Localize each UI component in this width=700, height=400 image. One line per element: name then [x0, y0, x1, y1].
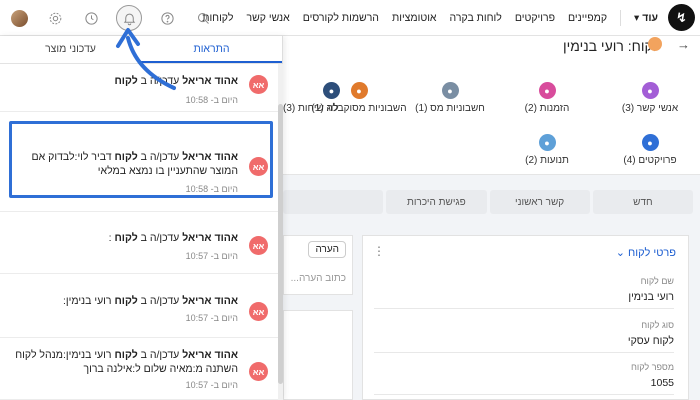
- counter-label: לוג שיחות (3): [283, 103, 339, 114]
- stage-intro-meeting[interactable]: פגישת היכרות: [386, 190, 487, 214]
- avatar: אא: [249, 236, 268, 255]
- notification-time: היום ב- 10:57: [185, 313, 238, 323]
- activity-card: [283, 310, 353, 400]
- projects-icon: ●: [641, 134, 659, 151]
- avatar: אא: [249, 75, 268, 94]
- page-title: לקוח: רועי בנימין: [562, 38, 660, 54]
- note-input[interactable]: כתוב הערה...: [291, 273, 346, 284]
- highlight-box: [9, 121, 273, 198]
- invoice-icon: ●: [441, 82, 459, 99]
- nav-item-campaigns[interactable]: קמפיינים: [568, 12, 607, 24]
- avatar: [10, 9, 28, 27]
- user-avatar[interactable]: [8, 7, 30, 29]
- notification-item[interactable]: אא אהוד אריאל עדכן/ה ב לקוח רועי בנימין:…: [0, 338, 278, 400]
- scrollbar[interactable]: [278, 64, 283, 400]
- counter-label: חשבוניות מס (1): [415, 103, 485, 114]
- notification-text: אהוד אריאל עדכן/ה ב לקוח רועי בנימין:: [62, 295, 238, 307]
- stage-first-contact[interactable]: קשר ראשוני: [489, 190, 590, 214]
- customer-icon: [648, 37, 662, 51]
- notification-time: היום ב- 10:58: [185, 95, 238, 105]
- app-logo[interactable]: ↯: [668, 4, 695, 31]
- field-value[interactable]: 1055: [374, 377, 674, 395]
- notifications-panel: התראות עדכוני מוצר אא אהוד אריאל עדכן/ה …: [0, 36, 283, 400]
- counter-transactions[interactable]: ● תנועות (2): [497, 134, 597, 166]
- nav-item-automations[interactable]: אוטומציות: [392, 12, 437, 24]
- main-nav: לקוחות אנשי קשר הרשמות לקורסים אוטומציות…: [202, 0, 658, 36]
- avatar: אא: [249, 302, 268, 321]
- counter-call-log[interactable]: ● לוג שיחות (3): [283, 82, 340, 114]
- pipeline-stages: חדש קשר ראשוני פגישת היכרות: [283, 190, 693, 218]
- customer-details-header[interactable]: פרטי לקוח ⌄: [616, 246, 676, 259]
- phone-icon: ●: [323, 82, 340, 99]
- field-label: מספר לקוח: [630, 362, 674, 372]
- nav-item-projects[interactable]: פרויקטים: [515, 12, 555, 24]
- stage-next[interactable]: [283, 190, 384, 214]
- counter-orders[interactable]: ● הזמנות (2): [497, 82, 597, 114]
- counter-label: פרויקטים (4): [623, 155, 677, 166]
- nav-item-dashboards[interactable]: לוחות בקרה: [450, 12, 502, 24]
- back-arrow-icon[interactable]: →: [677, 37, 690, 52]
- field-label: סוג לקוח: [641, 320, 674, 330]
- more-options-icon[interactable]: ⋮: [373, 244, 385, 258]
- transactions-icon: ●: [538, 134, 556, 151]
- receipt-icon: ●: [350, 82, 368, 99]
- avatar: אא: [249, 362, 268, 381]
- stage-new[interactable]: חדש: [592, 190, 693, 214]
- cart-icon: ●: [538, 82, 556, 99]
- notifications-tabs: התראות עדכוני מוצר: [0, 36, 282, 64]
- scrollbar-thumb[interactable]: [278, 104, 283, 384]
- tab-product-updates[interactable]: עדכוני מוצר: [0, 36, 141, 63]
- notes-card: הערה כתוב הערה...: [283, 235, 353, 295]
- counter-contacts[interactable]: ● אנשי קשר (3): [600, 82, 700, 114]
- counter-label: אנשי קשר (3): [621, 103, 679, 114]
- notification-text: אהוד אריאל עדכן/ה ב לקוח רועי בנימין:מנה…: [15, 349, 238, 375]
- top-bar: ↯ לקוחות אנשי קשר הרשמות לקורסים אוטומצי…: [0, 0, 700, 36]
- counter-projects[interactable]: ● פרויקטים (4): [600, 134, 700, 166]
- notification-item[interactable]: אא אהוד אריאל עדכן/ה ב לקוח : היום ב- 10…: [0, 212, 278, 274]
- tab-notifications[interactable]: התראות: [141, 36, 282, 63]
- counter-label: הזמנות (2): [524, 103, 570, 114]
- field-customer-type: סוג לקוח לקוח עסקי: [374, 320, 674, 353]
- gear-icon[interactable]: [44, 7, 66, 29]
- counter-label: תנועות (2): [525, 155, 569, 166]
- field-label: שם לקוח: [640, 276, 674, 286]
- nav-item-course-registrations[interactable]: הרשמות לקורסים: [303, 12, 379, 24]
- field-customer-name: שם לקוח רועי בנימין: [374, 276, 674, 309]
- add-note-button[interactable]: הערה: [308, 241, 346, 258]
- bell-icon[interactable]: [116, 5, 142, 31]
- nav-more-button[interactable]: עוד ▾: [634, 12, 658, 24]
- notification-item[interactable]: אא אהוד אריאל עדכן/ה ב לקוח היום ב- 10:5…: [0, 64, 278, 112]
- counter-tax-invoices[interactable]: ● חשבוניות מס (1): [400, 82, 500, 114]
- related-counters: ● אנשי קשר (3) ● הזמנות (2) ● חשבוניות מ…: [283, 62, 700, 175]
- notification-text: אהוד אריאל עדכן/ה ב לקוח :: [108, 232, 238, 244]
- help-icon[interactable]: [156, 7, 178, 29]
- page-header: לקוח: רועי בנימין: [283, 36, 700, 62]
- clock-icon[interactable]: [80, 7, 102, 29]
- field-value[interactable]: רועי בנימין: [374, 291, 674, 309]
- nav-item-contacts[interactable]: אנשי קשר: [246, 12, 289, 24]
- notification-time: היום ב- 10:57: [185, 251, 238, 261]
- nav-divider: [620, 10, 622, 26]
- notification-text: אהוד אריאל עדכן/ה ב לקוח: [114, 75, 238, 87]
- field-customer-number: מספר לקוח 1055: [374, 362, 674, 395]
- notification-item[interactable]: אא אהוד אריאל עדכן/ה ב לקוח רועי בנימין:…: [0, 274, 278, 338]
- field-value[interactable]: לקוח עסקי: [374, 335, 674, 353]
- notification-time: היום ב- 10:57: [185, 380, 238, 390]
- customer-details-card: פרטי לקוח ⌄ ⋮ שם לקוח רועי בנימין סוג לק…: [362, 235, 689, 400]
- contacts-icon: ●: [641, 82, 659, 99]
- search-icon[interactable]: [192, 7, 214, 29]
- toolbar-icons: [8, 0, 214, 36]
